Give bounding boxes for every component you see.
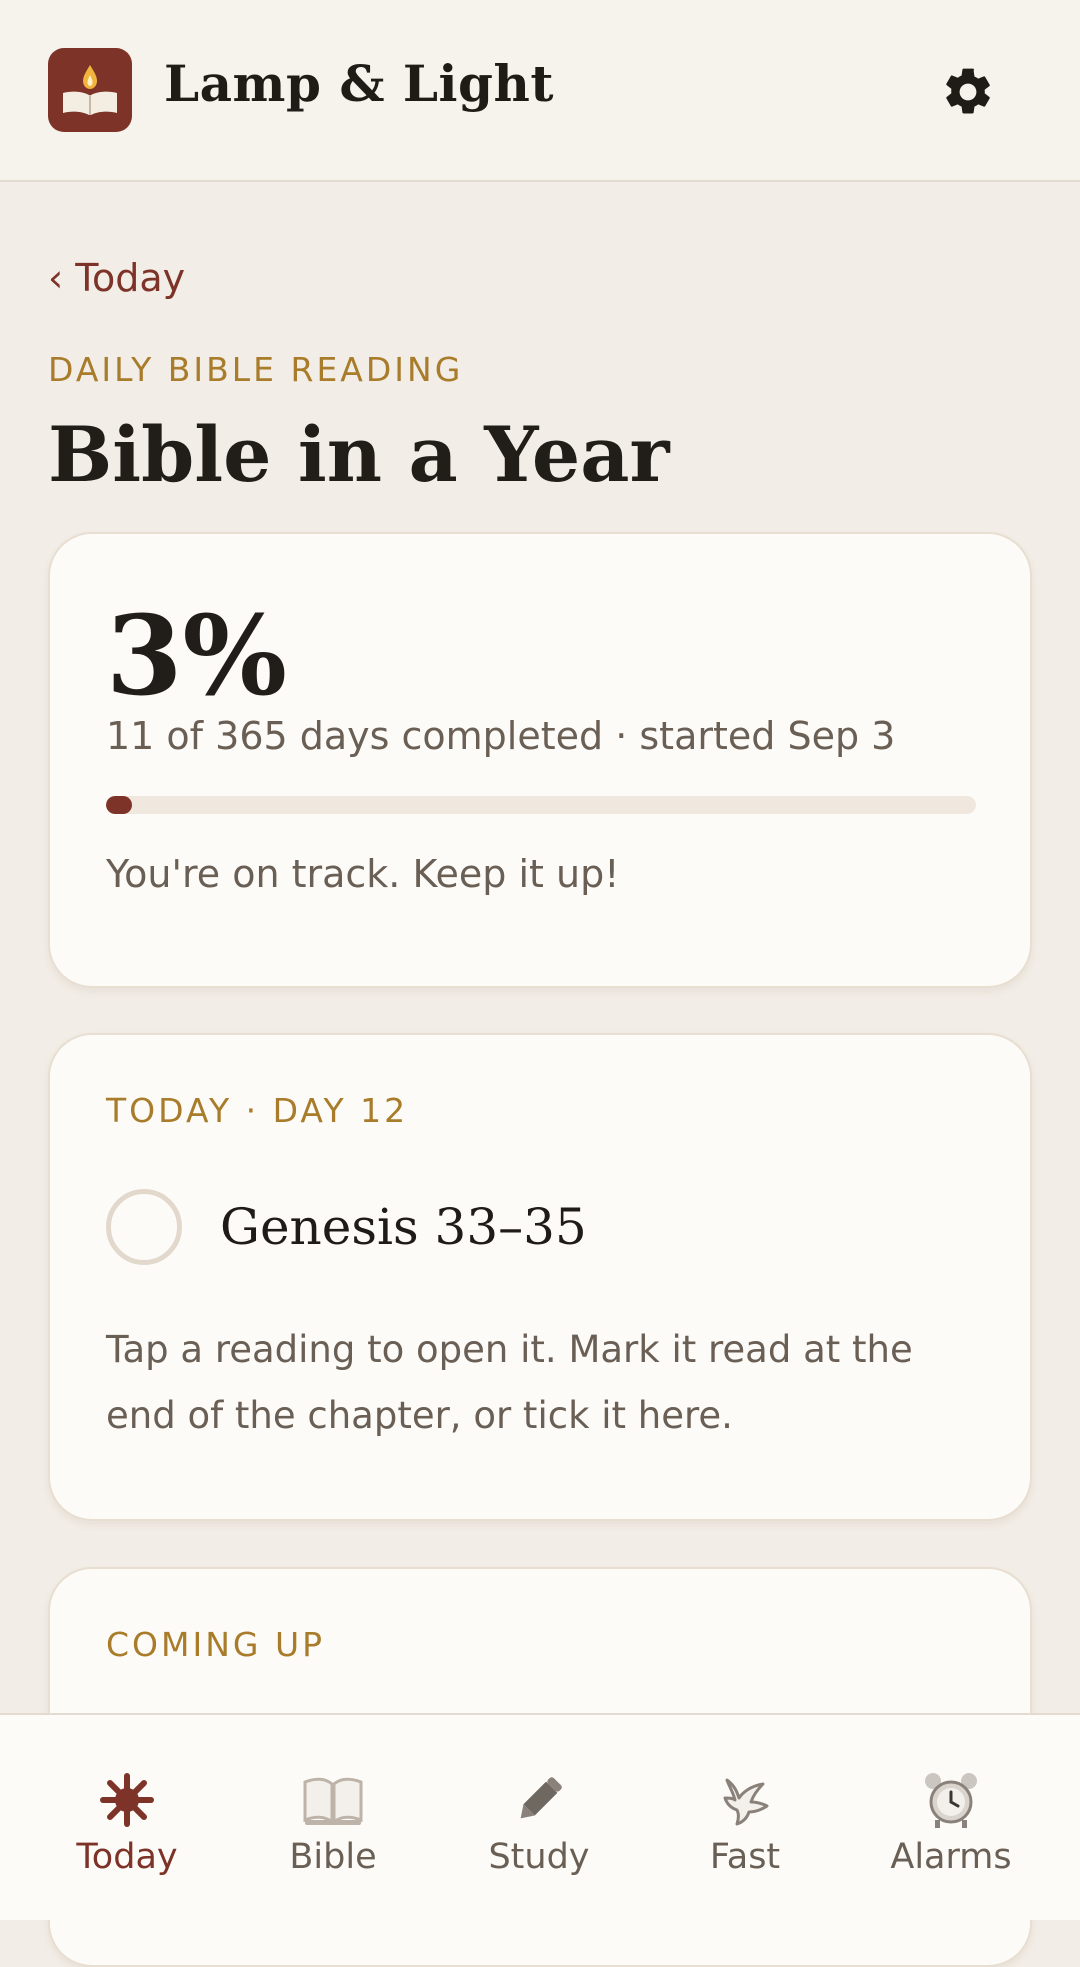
- tab-study[interactable]: Study: [436, 1715, 642, 1922]
- lamp-book-logo-icon: [48, 48, 132, 132]
- progress-bar: [106, 796, 976, 814]
- tab-study-label: Study: [488, 1837, 590, 1877]
- page-title: Bible in a Year: [48, 410, 670, 499]
- pencil-icon: [504, 1765, 574, 1835]
- tab-bible-label: Bible: [289, 1837, 377, 1877]
- reading-help-text: Tap a reading to open it. Mark it read a…: [106, 1328, 913, 1437]
- progress-card: 3% 11 of 365 days completed · started Se…: [48, 532, 1032, 988]
- app-title: Lamp & Light: [164, 54, 554, 113]
- dove-icon: [710, 1765, 780, 1835]
- app-header: Lamp & Light: [0, 0, 1080, 182]
- progress-status: You're on track. Keep it up!: [106, 852, 620, 896]
- alarm-clock-icon: [916, 1765, 986, 1835]
- tab-alarms-label: Alarms: [890, 1837, 1012, 1877]
- back-to-today-link[interactable]: ‹ Today: [48, 256, 185, 300]
- tab-bible[interactable]: Bible: [230, 1715, 436, 1922]
- gear-icon: [946, 68, 990, 114]
- tab-today[interactable]: Today: [24, 1715, 230, 1922]
- settings-button[interactable]: [934, 58, 1002, 126]
- progress-summary: 11 of 365 days completed · started Sep 3: [106, 714, 896, 758]
- progress-bar-fill: [106, 796, 133, 814]
- mark-read-checkbox[interactable]: [106, 1189, 182, 1265]
- reading-item[interactable]: Genesis 33–35: [106, 1187, 966, 1267]
- tab-fast-label: Fast: [709, 1837, 781, 1877]
- progress-percent: 3%: [106, 591, 288, 720]
- sun-icon: [92, 1765, 162, 1835]
- today-reading-card: TODAY · DAY 12 Genesis 33–35 Tap a readi…: [48, 1033, 1032, 1521]
- section-eyebrow: DAILY BIBLE READING: [48, 350, 464, 389]
- open-book-icon: [298, 1765, 368, 1835]
- reading-title[interactable]: Genesis 33–35: [220, 1198, 587, 1256]
- tab-today-label: Today: [76, 1837, 178, 1877]
- tab-fast[interactable]: Fast: [642, 1715, 848, 1922]
- tab-alarms[interactable]: Alarms: [848, 1715, 1054, 1922]
- coming-up-eyebrow: COMING UP: [106, 1625, 326, 1664]
- today-eyebrow: TODAY · DAY 12: [106, 1091, 409, 1130]
- bottom-nav: Today Bible Study Fast Alarms: [0, 1713, 1080, 1920]
